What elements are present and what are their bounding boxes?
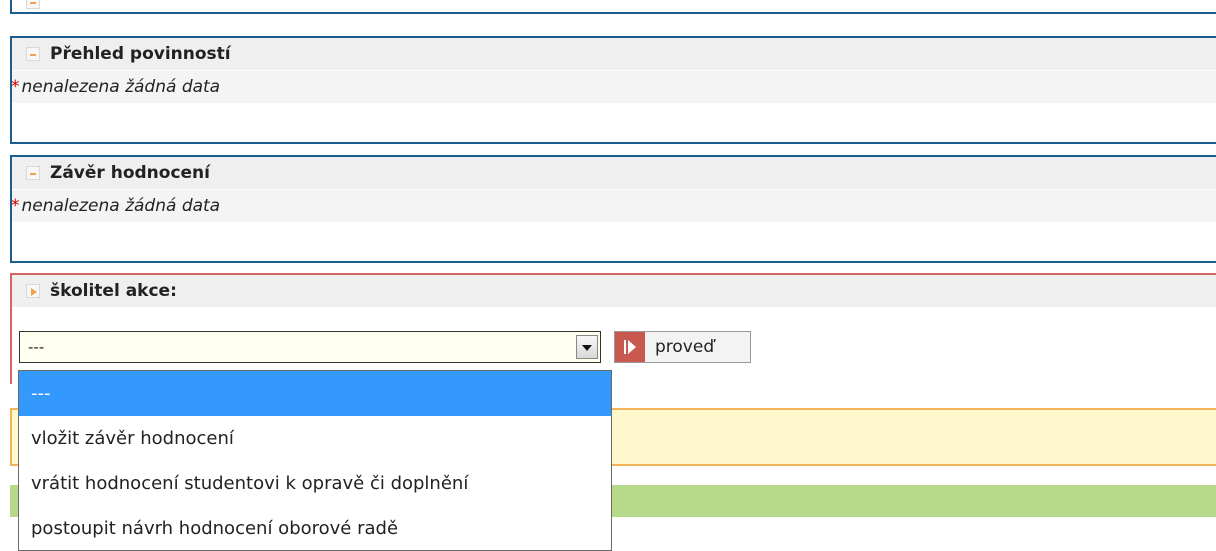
collapse-icon[interactable] bbox=[26, 47, 40, 61]
dropdown-option[interactable]: vrátit hodnocení studentovi k opravě či … bbox=[19, 461, 611, 506]
conclusion-empty-row: * nenalezena žádná data bbox=[11, 190, 1216, 222]
supervisor-action-panel: školitel akce: --- proveď bbox=[10, 273, 1216, 385]
collapse-icon[interactable] bbox=[26, 0, 40, 9]
action-dropdown-list: --- vložit závěr hodnocení vrátit hodnoc… bbox=[18, 370, 612, 551]
obligations-panel-title: Přehled povinností bbox=[50, 44, 231, 64]
conclusion-panel-header[interactable]: Závěr hodnocení bbox=[12, 157, 1216, 190]
conclusion-panel: Závěr hodnocení * nenalezena žádná data bbox=[10, 155, 1216, 263]
dropdown-option[interactable]: vložit závěr hodnocení bbox=[19, 416, 611, 461]
obligations-empty-row: * nenalezena žádná data bbox=[11, 71, 1216, 103]
dropdown-option[interactable]: --- bbox=[19, 371, 611, 416]
collapse-icon[interactable] bbox=[26, 166, 40, 180]
supervisor-action-header[interactable]: školitel akce: bbox=[12, 275, 1216, 308]
expand-arrow-icon[interactable] bbox=[26, 284, 40, 298]
obligations-panel-header[interactable]: Přehled povinností bbox=[12, 38, 1216, 71]
dropdown-option[interactable]: postoupit návrh hodnocení oborové radě bbox=[19, 506, 611, 550]
collapsed-panel-strip bbox=[10, 0, 1216, 14]
run-button-label: proveď bbox=[655, 337, 715, 357]
required-marker: * bbox=[11, 196, 20, 216]
conclusion-panel-title: Závěr hodnocení bbox=[50, 163, 210, 183]
chevron-down-icon[interactable] bbox=[576, 335, 598, 359]
run-button[interactable]: proveď bbox=[614, 331, 751, 363]
empty-message: nenalezena žádná data bbox=[21, 196, 221, 216]
action-select[interactable]: --- bbox=[19, 331, 601, 363]
obligations-panel: Přehled povinností * nenalezena žádná da… bbox=[10, 36, 1216, 144]
supervisor-action-title: školitel akce: bbox=[50, 281, 177, 301]
empty-message: nenalezena žádná data bbox=[21, 77, 221, 97]
required-marker: * bbox=[11, 77, 20, 97]
play-icon bbox=[615, 332, 645, 362]
action-select-value: --- bbox=[28, 338, 45, 356]
